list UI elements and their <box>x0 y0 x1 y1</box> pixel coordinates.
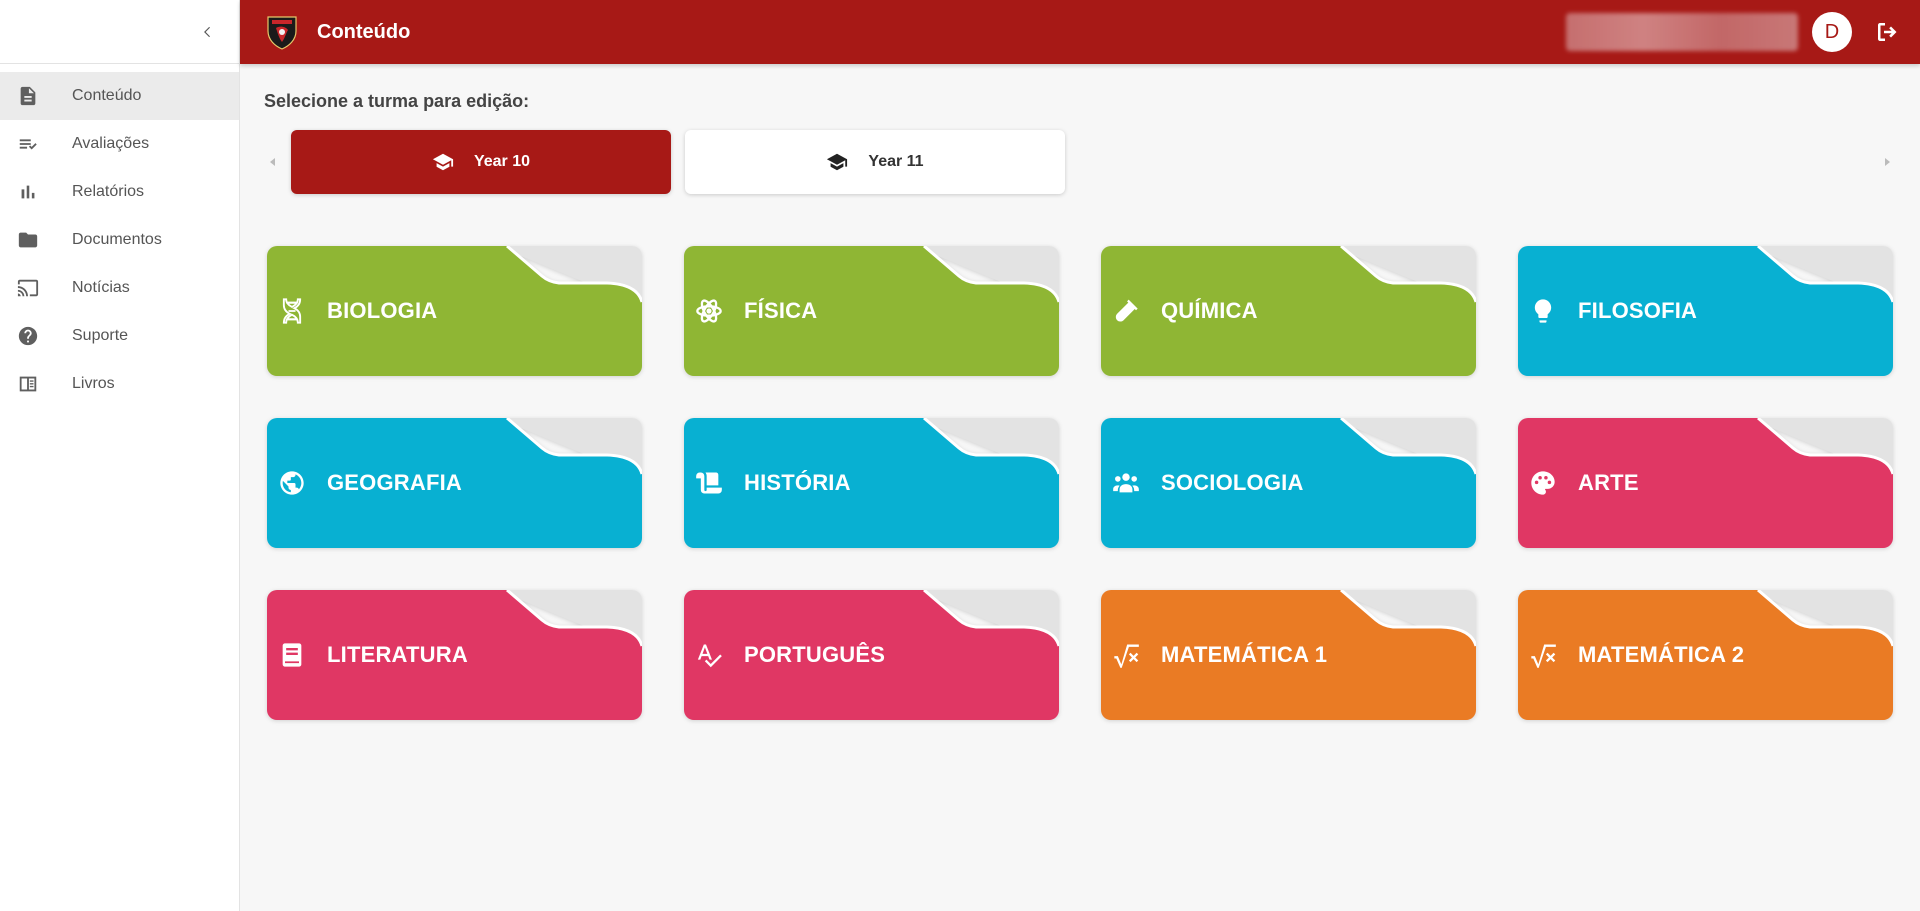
sidebar-nav: Conteúdo Avaliações Relatórios Documento… <box>0 64 239 408</box>
subject-card-content: LITERATURA <box>267 590 642 720</box>
caret-left-icon <box>270 158 275 166</box>
subject-card-matemática-1[interactable]: MATEMÁTICA 1 <box>1101 590 1476 720</box>
document-icon <box>16 84 40 108</box>
subject-card-content: FÍSICA <box>684 246 1059 376</box>
subject-card-content: FILOSOFIA <box>1518 246 1893 376</box>
graduation-cap-icon <box>432 153 454 171</box>
sidebar-item-label: Livros <box>72 375 115 392</box>
sidebar-item-label: Avaliações <box>72 135 150 152</box>
avatar[interactable]: D <box>1812 12 1852 52</box>
subject-card-matemática-2[interactable]: MATEMÁTICA 2 <box>1518 590 1893 720</box>
scroll-icon <box>694 468 724 498</box>
book-icon <box>16 372 40 396</box>
checklist-icon <box>16 132 40 156</box>
bar-chart-icon <box>16 180 40 204</box>
logout-icon <box>1878 23 1897 41</box>
chevron-left-icon <box>204 26 210 38</box>
lightbulb-icon <box>1528 296 1558 326</box>
subject-card-português[interactable]: PORTUGUÊS <box>684 590 1059 720</box>
subject-card-filosofia[interactable]: FILOSOFIA <box>1518 246 1893 376</box>
sidebar-item-livros[interactable]: Livros <box>0 360 239 408</box>
caret-right-icon <box>1885 158 1890 166</box>
book-icon <box>277 640 307 670</box>
subject-card-label: FÍSICA <box>744 298 818 323</box>
sidebar-item-avaliacoes[interactable]: Avaliações <box>0 120 239 168</box>
top-app-bar: Conteúdo D <box>240 0 1920 64</box>
subject-card-química[interactable]: QUÍMICA <box>1101 246 1476 376</box>
subject-card-content: MATEMÁTICA 2 <box>1518 590 1893 720</box>
sidebar-item-conteudo[interactable]: Conteúdo <box>0 72 239 120</box>
subject-card-física[interactable]: FÍSICA <box>684 246 1059 376</box>
subject-card-biologia[interactable]: BIOLOGIA <box>267 246 642 376</box>
subject-card-sociologia[interactable]: SOCIOLOGIA <box>1101 418 1476 548</box>
scroll-right-button[interactable] <box>1882 156 1892 168</box>
class-select-title: Selecione a turma para edição: <box>264 91 530 111</box>
subject-card-content: HISTÓRIA <box>684 418 1059 548</box>
subject-card-label: PORTUGUÊS <box>744 642 886 667</box>
subject-card-geografia[interactable]: GEOGRAFIA <box>267 418 642 548</box>
graduation-cap-icon <box>827 153 848 171</box>
school-logo <box>265 13 299 51</box>
sidebar-item-label: Relatórios <box>72 183 145 200</box>
subject-card-content: QUÍMICA <box>1101 246 1476 376</box>
sidebar-header <box>0 0 239 64</box>
subject-card-content: SOCIOLOGIA <box>1101 418 1476 548</box>
subject-card-label: MATEMÁTICA 1 <box>1161 642 1328 667</box>
page-title: Conteúdo <box>317 20 411 43</box>
subject-card-label: QUÍMICA <box>1161 298 1258 323</box>
subject-card-literatura[interactable]: LITERATURA <box>267 590 642 720</box>
subject-card-label: BIOLOGIA <box>327 298 438 323</box>
subject-card-content: BIOLOGIA <box>267 246 642 376</box>
subject-card-content: ARTE <box>1518 418 1893 548</box>
square-root-icon <box>1528 640 1558 670</box>
subject-card-content: GEOGRAFIA <box>267 418 642 548</box>
subject-card-label: MATEMÁTICA 2 <box>1578 642 1745 667</box>
globe-icon <box>277 468 307 498</box>
sidebar-item-label: Suporte <box>72 327 129 344</box>
class-button-label: Year 11 <box>868 153 924 170</box>
subject-card-content: MATEMÁTICA 1 <box>1101 590 1476 720</box>
header-actions: D <box>1566 12 1920 52</box>
main-content: Selecione a turma para edição: Year 10 Y… <box>240 64 1920 911</box>
spellcheck-icon <box>694 640 724 670</box>
square-root-icon <box>1111 640 1141 670</box>
sidebar: Conteúdo Avaliações Relatórios Documento… <box>0 0 240 911</box>
class-button-year-11[interactable]: Year 11 <box>685 130 1065 194</box>
sidebar-item-label: Conteúdo <box>72 87 142 104</box>
sidebar-item-relatorios[interactable]: Relatórios <box>0 168 239 216</box>
cast-icon <box>16 276 40 300</box>
subject-card-content: PORTUGUÊS <box>684 590 1059 720</box>
class-selector: Year 10 Year 11 <box>264 130 1896 196</box>
subject-card-label: HISTÓRIA <box>744 470 851 495</box>
class-button-label: Year 10 <box>473 153 531 170</box>
people-icon <box>1111 468 1141 498</box>
sidebar-item-label: Notícias <box>72 279 130 296</box>
palette-icon <box>1528 468 1558 498</box>
class-button-year-10[interactable]: Year 10 <box>291 130 671 194</box>
subject-card-label: SOCIOLOGIA <box>1161 470 1304 495</box>
subject-card-arte[interactable]: ARTE <box>1518 418 1893 548</box>
subject-card-label: ARTE <box>1578 470 1639 495</box>
test-tube-icon <box>1111 296 1141 326</box>
folder-icon <box>16 228 40 252</box>
collapse-sidebar-button[interactable] <box>196 20 220 44</box>
sidebar-item-label: Documentos <box>72 231 162 248</box>
dna-icon <box>277 296 307 326</box>
sidebar-item-noticias[interactable]: Notícias <box>0 264 239 312</box>
subject-card-label: LITERATURA <box>327 642 468 667</box>
sidebar-item-suporte[interactable]: Suporte <box>0 312 239 360</box>
logout-button[interactable] <box>1872 17 1902 47</box>
subject-card-história[interactable]: HISTÓRIA <box>684 418 1059 548</box>
atom-icon <box>694 296 724 326</box>
scroll-left-button[interactable] <box>268 156 278 168</box>
subject-card-label: FILOSOFIA <box>1578 298 1698 323</box>
sidebar-item-documentos[interactable]: Documentos <box>0 216 239 264</box>
user-name-blurred <box>1566 13 1798 51</box>
help-icon <box>16 324 40 348</box>
subject-card-label: GEOGRAFIA <box>327 470 463 495</box>
